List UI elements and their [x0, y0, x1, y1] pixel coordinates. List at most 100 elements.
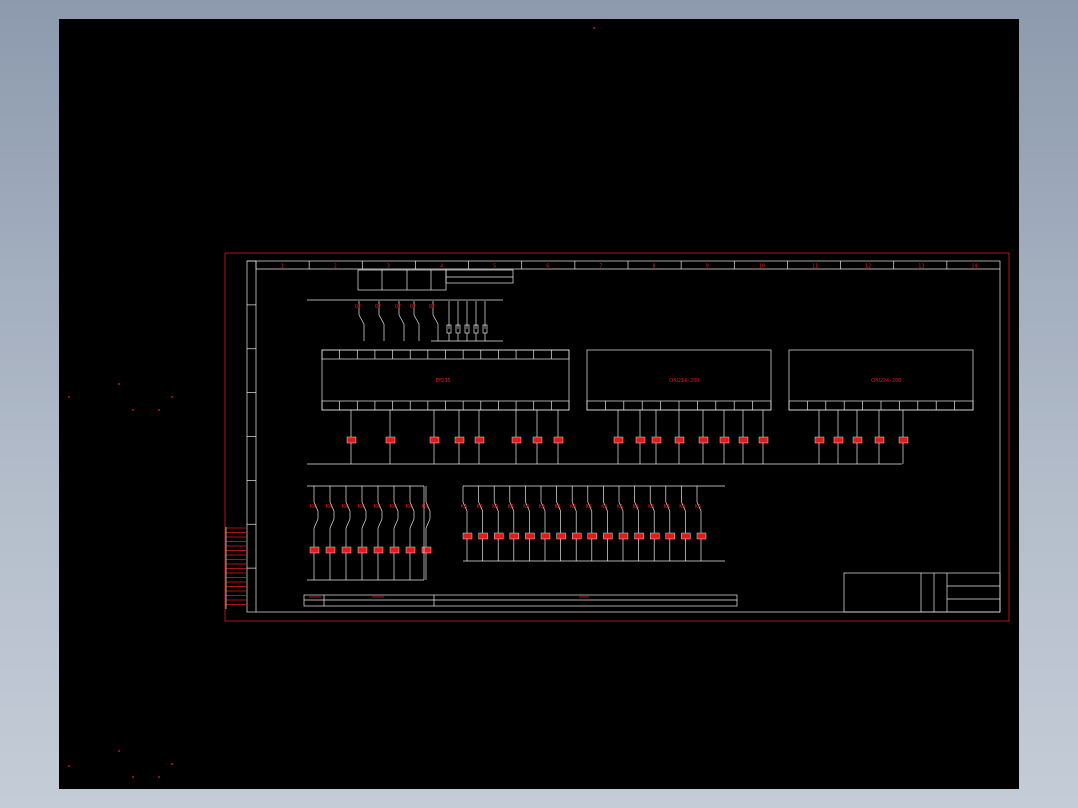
relay-coil	[758, 436, 769, 444]
relay-coil	[603, 532, 613, 540]
relay-coil	[540, 532, 551, 540]
relay-coil	[719, 436, 730, 444]
relay-coil	[462, 532, 473, 540]
relay-coil	[553, 436, 564, 444]
breaker-label: QF	[355, 304, 361, 310]
relay-coil	[814, 436, 825, 444]
relay-coil	[572, 532, 582, 540]
contact-label: KA	[523, 504, 529, 510]
relay-coil	[674, 436, 685, 444]
relay-coil	[618, 532, 629, 540]
contact	[377, 518, 383, 529]
relay-coil	[454, 436, 465, 444]
breaker-contact	[378, 314, 385, 325]
relay-coil	[474, 436, 485, 444]
revision-table-left	[225, 527, 246, 609]
contact-label: KA	[586, 504, 592, 510]
contact-label: KA	[406, 504, 412, 510]
relay-coil	[698, 436, 709, 444]
inner-frame	[246, 260, 1001, 613]
relay-coil	[651, 436, 662, 444]
contact	[329, 518, 335, 529]
breaker-label: QF	[395, 304, 401, 310]
contact	[425, 518, 431, 529]
breaker-contact	[358, 314, 365, 325]
breaker-contact	[398, 314, 405, 325]
column-number: 6	[546, 264, 549, 270]
relay-coil	[833, 436, 844, 444]
column-number-strip: 1 2 3 4 5 6 7 8 9 10 11 12 13 14	[255, 261, 977, 270]
cad-viewport[interactable]: 1 2 3 4 5 6 7 8 9 10 11 12 13 14 QF QF QF QF QF EM235 CPU2…	[59, 19, 1019, 789]
contact	[409, 518, 415, 529]
relay-coil	[405, 546, 416, 554]
contact	[313, 518, 319, 529]
contact-label: KA	[617, 504, 623, 510]
column-number: 4	[440, 264, 443, 270]
contact-label: KA	[358, 504, 364, 510]
column-number: 14	[971, 264, 977, 270]
relay-coil	[874, 436, 885, 444]
contact-label: KA	[342, 504, 348, 510]
relay-coil	[373, 546, 384, 554]
relay-coil	[556, 532, 566, 540]
relay-coil	[385, 436, 396, 444]
column-number: 3	[387, 264, 390, 270]
contact-label: KA	[390, 504, 396, 510]
relay-coil	[898, 436, 909, 444]
relay-coil	[509, 532, 519, 540]
contact-label: KA	[508, 504, 514, 510]
module-label: CPU224-200	[871, 378, 901, 384]
contact-label: KA	[539, 504, 545, 510]
relay-coil	[525, 532, 535, 540]
contact-label: KA	[679, 504, 685, 510]
relay-coil	[309, 546, 320, 554]
breaker-label: QF	[410, 304, 416, 310]
plc-module: EM235	[321, 349, 570, 411]
breaker-label: QF	[375, 304, 381, 310]
relay-coil	[852, 436, 863, 444]
column-number: 12	[865, 264, 871, 270]
contact-label: KA	[422, 504, 428, 510]
title-block	[843, 572, 1001, 613]
contact-label: KA	[461, 504, 467, 510]
contact-label: KA	[601, 504, 607, 510]
column-number: 5	[493, 264, 496, 270]
relay-coil	[429, 436, 440, 444]
breaker-label: QF	[429, 304, 435, 310]
bottom-legend-strip	[303, 594, 738, 607]
relay-coil	[341, 546, 352, 554]
electrical-schematic: 1 2 3 4 5 6 7 8 9 10 11 12 13 14 QF QF QF QF QF EM235 CPU2…	[68, 27, 1010, 778]
contact	[345, 518, 351, 529]
relay-coil	[532, 436, 543, 444]
contact-ladder-left: KA KA KA KA KA KA KA KA	[307, 485, 432, 581]
row-marker-strip	[247, 260, 256, 569]
relay-coil	[511, 436, 522, 444]
contact-label: KA	[555, 504, 561, 510]
relay-coil	[494, 532, 504, 540]
contact-label: KA	[374, 504, 380, 510]
module-label: CPU214-200	[669, 378, 699, 384]
column-number: 10	[759, 264, 765, 270]
plc-modules: EM235 CPU214-200 CPU224-200	[321, 349, 974, 411]
column-number: 2	[334, 264, 337, 270]
relay-coil	[634, 532, 644, 540]
relay-coil	[738, 436, 749, 444]
contact	[361, 518, 367, 529]
relay-coil	[478, 532, 488, 540]
column-number: 1	[281, 264, 284, 270]
relay-coil	[357, 546, 368, 554]
relay-coil	[346, 436, 357, 444]
contact-label: KA	[664, 504, 670, 510]
fuse-header-block	[357, 269, 514, 291]
contact-label: KA	[695, 504, 701, 510]
relay-coil	[650, 532, 660, 540]
contact-ladder-right: KA KA KA KA KA KA KA KA KA KA KA KA KA KA KA KA	[461, 485, 725, 562]
relay-coil	[665, 532, 675, 540]
relay-coil-row	[346, 410, 909, 464]
relay-coil	[587, 532, 597, 540]
column-number: 13	[918, 264, 924, 270]
relay-coil	[389, 546, 400, 554]
contact	[393, 518, 399, 529]
contact-label: KA	[310, 504, 316, 510]
module-label: EM235	[436, 378, 451, 384]
